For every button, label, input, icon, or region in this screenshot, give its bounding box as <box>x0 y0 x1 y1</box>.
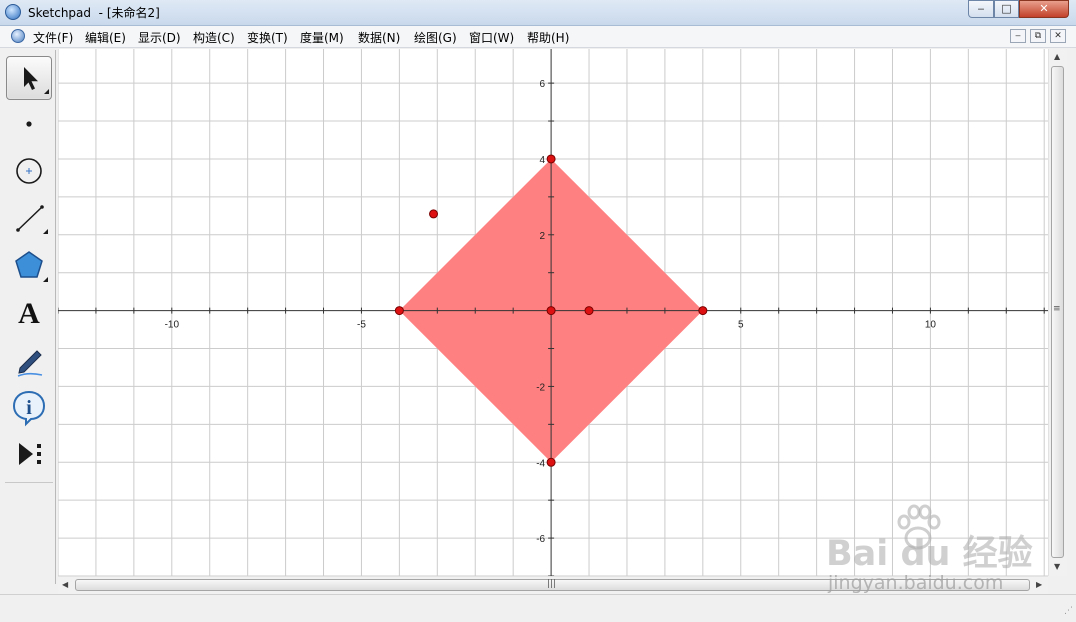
document-minimize-button[interactable]: ‒ <box>1010 29 1026 43</box>
window-title: Sketchpad - [未命名2] <box>28 4 160 21</box>
segment-icon <box>16 205 48 234</box>
text-tool[interactable]: A <box>6 291 52 335</box>
menu-window[interactable]: 窗口(W) <box>469 29 514 46</box>
plot-point[interactable] <box>546 457 556 467</box>
y-tick-label: -2 <box>536 382 545 393</box>
x-tick-label: 10 <box>925 320 937 331</box>
plot-point[interactable] <box>584 306 594 316</box>
coordinate-graph[interactable]: -10 -5 5 10 6 4 2 -2 -4 -6 <box>58 49 1048 576</box>
document-close-button[interactable]: ✕ <box>1050 29 1066 43</box>
document-icon[interactable] <box>11 29 25 43</box>
y-tick-label: -4 <box>536 458 545 469</box>
straightedge-tool[interactable] <box>6 197 52 241</box>
scroll-down-icon[interactable]: ▼ <box>1054 562 1060 571</box>
document-restore-button[interactable]: ⧉ <box>1030 29 1046 43</box>
horizontal-grip-icon: ||| <box>547 579 557 589</box>
point-tool[interactable] <box>6 102 52 146</box>
menu-measure[interactable]: 度量(M) <box>300 29 344 46</box>
x-tick-label: -10 <box>165 320 180 331</box>
info-icon: i <box>12 390 46 427</box>
vertical-scrollbar[interactable]: ▲ ≡ ▼ <box>1048 49 1067 576</box>
compass-tool[interactable] <box>6 149 52 193</box>
watermark-url: jingyan.baidu.com <box>828 572 1004 594</box>
y-tick-label: 2 <box>540 231 546 242</box>
point-icon <box>26 121 32 127</box>
pen-icon <box>17 350 43 377</box>
scroll-right-icon[interactable]: ▶ <box>1036 580 1042 589</box>
window-minimize-button[interactable]: ‒ <box>968 0 994 18</box>
menu-edit[interactable]: 编辑(E) <box>85 29 126 46</box>
plot-point[interactable] <box>546 154 556 164</box>
y-tick-label: 6 <box>540 79 546 90</box>
menu-file[interactable]: 文件(F) <box>33 29 73 46</box>
polygon-tool[interactable] <box>6 244 52 288</box>
y-tick-label: -6 <box>536 534 545 545</box>
window-close-button[interactable]: ✕ <box>1019 0 1069 18</box>
information-tool[interactable]: i <box>6 385 52 429</box>
title-separator: - <box>91 6 107 20</box>
title-bar: Sketchpad - [未命名2] ‒ □ ✕ <box>0 0 1076 26</box>
app-name: Sketchpad <box>28 6 92 20</box>
close-icon: ✕ <box>1039 2 1049 15</box>
play-custom-icon <box>19 443 41 465</box>
sketch-canvas[interactable]: -10 -5 5 10 6 4 2 -2 -4 -6 <box>58 49 1048 576</box>
menu-bar: 文件(F) 编辑(E) 显示(D) 构造(C) 变换(T) 度量(M) 数据(N… <box>0 26 1076 48</box>
resize-grip-icon[interactable]: ⋰ <box>1064 606 1073 616</box>
vertical-grip-icon: ≡ <box>1053 304 1061 314</box>
x-tick-label: -5 <box>357 320 366 331</box>
y-tick-label: 4 <box>540 155 546 166</box>
marker-tool[interactable] <box>6 338 52 382</box>
watermark-brand: Bai du 经验 <box>826 534 1033 574</box>
text-a-icon: A <box>18 297 40 330</box>
minimize-icon: ‒ <box>977 2 985 15</box>
window-maximize-button[interactable]: □ <box>994 0 1019 18</box>
sketchpad-app-icon <box>5 4 21 20</box>
pentagon-icon <box>15 251 48 282</box>
toolbox: A i <box>3 50 56 584</box>
status-bar: ⋰ <box>0 594 1076 622</box>
plot-point[interactable] <box>698 306 708 316</box>
info-tool-glyph: i <box>26 397 32 419</box>
menu-construct[interactable]: 构造(C) <box>193 29 235 46</box>
circle-icon <box>16 158 42 184</box>
custom-tool[interactable] <box>6 432 52 476</box>
plot-point[interactable] <box>429 209 439 219</box>
maximize-icon: □ <box>1001 2 1012 15</box>
arrow-icon <box>24 67 49 94</box>
toolbox-divider <box>5 482 53 483</box>
menu-help[interactable]: 帮助(H) <box>527 29 569 46</box>
x-tick-label: 5 <box>738 320 744 331</box>
plot-point[interactable] <box>394 306 404 316</box>
arrow-select-tool[interactable] <box>6 56 52 100</box>
menu-transform[interactable]: 变换(T) <box>247 29 288 46</box>
menu-data[interactable]: 数据(N) <box>358 29 400 46</box>
scroll-up-icon[interactable]: ▲ <box>1054 52 1060 61</box>
text-tool-glyph: A <box>18 297 40 330</box>
scroll-left-icon[interactable]: ◀ <box>62 580 68 589</box>
menu-graph[interactable]: 绘图(G) <box>414 29 457 46</box>
plot-point[interactable] <box>546 306 556 316</box>
menu-display[interactable]: 显示(D) <box>138 29 181 46</box>
document-title: [未命名2] <box>106 6 160 20</box>
